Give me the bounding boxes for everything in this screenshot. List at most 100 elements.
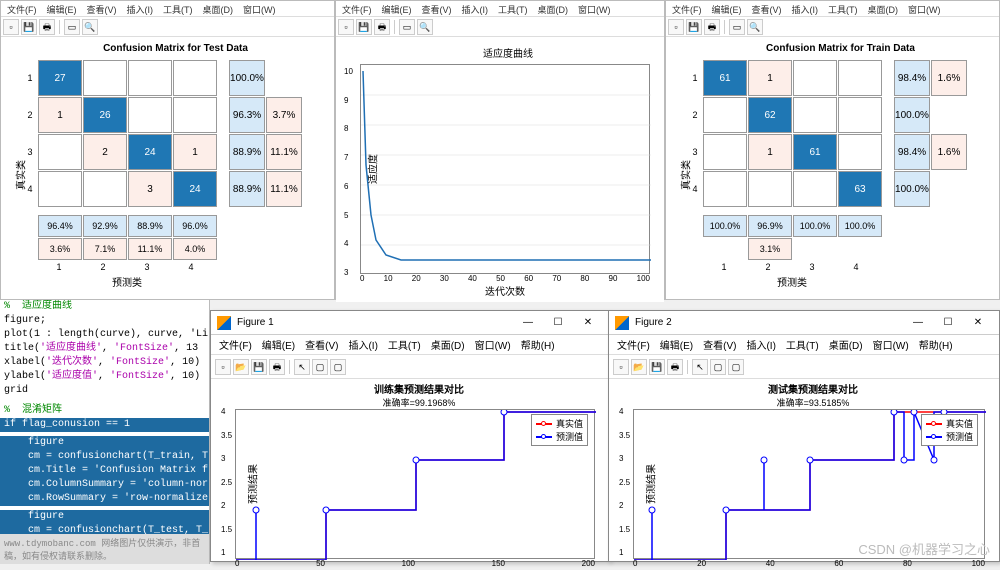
fig2-plot-title: 测试集预测结果对比	[633, 381, 993, 396]
cm-cell	[748, 171, 792, 207]
figure-2-titlebar[interactable]: Figure 2 — ☐ ✕	[609, 311, 999, 335]
minimize-icon[interactable]: —	[903, 313, 933, 333]
cm-cell	[703, 171, 747, 207]
zoom-icon[interactable]: 🔍	[82, 19, 98, 35]
figure-2-toolbar[interactable]: ▫ 📂 💾 🖶 ↖ ▢ ▢	[609, 355, 999, 379]
zoom-icon[interactable]: 🔍	[747, 19, 763, 35]
fitness-ylabel: 适应度	[365, 154, 380, 184]
new-icon[interactable]: ▫	[613, 359, 629, 375]
fig1-subtitle: 准确率=99.1968%	[235, 396, 603, 409]
new-icon[interactable]: ▫	[338, 19, 354, 35]
cm-cell	[128, 60, 172, 96]
open-icon[interactable]: 📂	[233, 359, 249, 375]
cm-cell: 24	[173, 171, 217, 207]
cursor-icon[interactable]: ↖	[294, 359, 310, 375]
new-icon[interactable]: ▫	[668, 19, 684, 35]
zoom-icon[interactable]: 🔍	[417, 19, 433, 35]
square-icon[interactable]: ▢	[710, 359, 726, 375]
minimize-icon[interactable]: —	[513, 313, 543, 333]
cm-cell	[38, 171, 82, 207]
cm-cell	[793, 97, 837, 133]
cm-test-xlabel: 预测类	[37, 274, 217, 289]
print-icon[interactable]: 🖶	[374, 19, 390, 35]
cm-cell: 3	[128, 171, 172, 207]
open-icon[interactable]: 📂	[631, 359, 647, 375]
new-icon[interactable]: ▫	[215, 359, 231, 375]
cm-cell: 24	[128, 134, 172, 170]
close-icon[interactable]: ✕	[963, 313, 993, 333]
pointer-icon[interactable]: ▭	[729, 19, 745, 35]
cm-cell	[793, 171, 837, 207]
cm-cell: 62	[748, 97, 792, 133]
cm-test-ylabel: 真实类	[13, 160, 28, 190]
print-icon[interactable]: 🖶	[39, 19, 55, 35]
maximize-icon[interactable]: ☐	[543, 313, 573, 333]
pointer-icon[interactable]: ▭	[64, 19, 80, 35]
cm-cell	[838, 60, 882, 96]
cm-test-panel: 文件(F)编辑(E)查看(V)插入(I)工具(T)桌面(D)窗口(W) ▫ 💾 …	[0, 0, 335, 300]
cm-cell: 26	[83, 97, 127, 133]
cm-train-panel: 文件(F)编辑(E)查看(V)插入(I)工具(T)桌面(D)窗口(W) ▫ 💾 …	[665, 0, 1000, 300]
cm-cell	[703, 134, 747, 170]
cm-cell: 63	[838, 171, 882, 207]
figure-2-title-text: Figure 2	[635, 317, 672, 328]
fig1-ylabel: 预测结果	[245, 464, 260, 504]
cm-cell: 27	[38, 60, 82, 96]
cm-cell: 2	[83, 134, 127, 170]
print-icon[interactable]: 🖶	[269, 359, 285, 375]
fig1-plot-title: 训练集预测结果对比	[235, 381, 603, 396]
square-icon[interactable]: ▢	[312, 359, 328, 375]
cm-train-menubar[interactable]: 文件(F)编辑(E)查看(V)插入(I)工具(T)桌面(D)窗口(W)	[666, 1, 999, 17]
figure-2-menubar[interactable]: 文件(F)编辑(E)查看(V)插入(I)工具(T)桌面(D)窗口(W)帮助(H)	[609, 335, 999, 355]
save-icon[interactable]: 💾	[356, 19, 372, 35]
cm-train-title: Confusion Matrix for Train Data	[688, 43, 993, 54]
square-icon[interactable]: ▢	[728, 359, 744, 375]
fig2-ylabel: 预测结果	[643, 464, 658, 504]
fig2-subtitle: 准确率=93.5185%	[633, 396, 993, 409]
matlab-icon	[217, 316, 231, 330]
cm-cell	[838, 97, 882, 133]
maximize-icon[interactable]: ☐	[933, 313, 963, 333]
save-icon[interactable]: 💾	[21, 19, 37, 35]
cm-test-menubar[interactable]: 文件(F)编辑(E)查看(V)插入(I)工具(T)桌面(D)窗口(W)	[1, 1, 334, 17]
cm-train-xlabel: 预测类	[702, 274, 882, 289]
square-icon[interactable]: ▢	[330, 359, 346, 375]
figure-1-titlebar[interactable]: Figure 1 — ☐ ✕	[211, 311, 609, 335]
save-icon[interactable]: 💾	[686, 19, 702, 35]
matlab-icon	[615, 316, 629, 330]
cm-cell	[173, 97, 217, 133]
watermark-text: CSDN @机器学习之心	[858, 539, 990, 558]
cursor-icon[interactable]: ↖	[692, 359, 708, 375]
fitness-toolbar[interactable]: ▫ 💾 🖶 ▭ 🔍	[336, 17, 664, 37]
cm-cell: 61	[793, 134, 837, 170]
cm-cell: 1	[173, 134, 217, 170]
cm-cell	[128, 97, 172, 133]
figure-1-toolbar[interactable]: ▫ 📂 💾 🖶 ↖ ▢ ▢	[211, 355, 609, 379]
code-editor[interactable]: % 适应度曲线 figure;plot(1 : length(curve), c…	[0, 300, 210, 564]
cm-cell	[38, 134, 82, 170]
cm-cell	[793, 60, 837, 96]
pointer-icon[interactable]: ▭	[399, 19, 415, 35]
cm-cell	[703, 97, 747, 133]
fig1-legend: 真实值 预测值	[531, 414, 588, 446]
code-footer-text: www.tdymobanc.com 网络图片仅供演示，非首稿，如有侵权请联系删除…	[0, 534, 209, 564]
print-icon[interactable]: 🖶	[667, 359, 683, 375]
close-icon[interactable]: ✕	[573, 313, 603, 333]
figure-1-window[interactable]: Figure 1 — ☐ ✕ 文件(F)编辑(E)查看(V)插入(I)工具(T)…	[210, 310, 610, 562]
top-panels-row: 文件(F)编辑(E)查看(V)插入(I)工具(T)桌面(D)窗口(W) ▫ 💾 …	[0, 0, 1000, 300]
cm-train-ylabel: 真实类	[678, 160, 693, 190]
print-icon[interactable]: 🖶	[704, 19, 720, 35]
fitness-xlabel: 迭代次数	[360, 283, 650, 298]
cm-test-toolbar[interactable]: ▫ 💾 🖶 ▭ 🔍	[1, 17, 334, 37]
figure-2-window[interactable]: Figure 2 — ☐ ✕ 文件(F)编辑(E)查看(V)插入(I)工具(T)…	[608, 310, 1000, 562]
new-icon[interactable]: ▫	[3, 19, 19, 35]
figure-1-menubar[interactable]: 文件(F)编辑(E)查看(V)插入(I)工具(T)桌面(D)窗口(W)帮助(H)	[211, 335, 609, 355]
cm-cell: 61	[703, 60, 747, 96]
cm-train-toolbar[interactable]: ▫ 💾 🖶 ▭ 🔍	[666, 17, 999, 37]
save-icon[interactable]: 💾	[649, 359, 665, 375]
figure-1-title-text: Figure 1	[237, 317, 274, 328]
save-icon[interactable]: 💾	[251, 359, 267, 375]
fitness-menubar[interactable]: 文件(F)编辑(E)查看(V)插入(I)工具(T)桌面(D)窗口(W)	[336, 1, 664, 17]
fig2-legend: 真实值 预测值	[921, 414, 978, 446]
fitness-title: 适应度曲线	[360, 45, 656, 60]
